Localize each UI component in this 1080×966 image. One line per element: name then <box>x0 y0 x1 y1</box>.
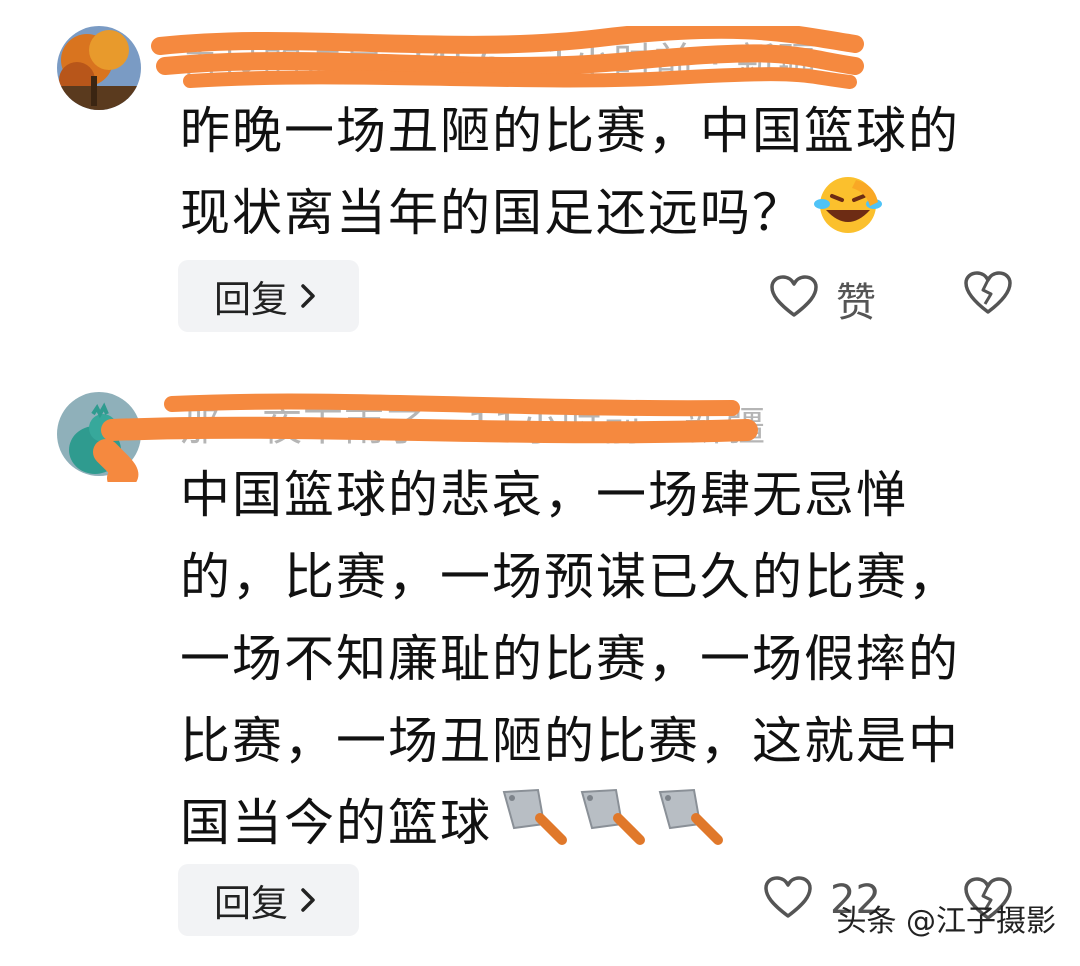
broken-heart-icon <box>963 271 1013 320</box>
like-button[interactable]: 赞 <box>770 270 876 328</box>
reply-button[interactable]: 回复 <box>178 260 359 332</box>
avatar[interactable] <box>57 26 141 110</box>
content-line: 国当今的篮球 <box>180 782 1020 870</box>
chevron-right-icon <box>300 275 316 318</box>
cleaver-knife-icon <box>656 784 726 870</box>
avatar[interactable] <box>57 392 141 476</box>
cleaver-knife-icon <box>578 784 648 870</box>
content-line: 比赛，一场丑陋的比赛，这就是中 <box>180 712 960 770</box>
comment-content: 昨晚一场丑陋的比赛，中国篮球的 现状离当年的国足还远吗？ <box>180 90 1020 260</box>
watermark-text: 头条 @江子摄影 <box>836 904 1056 939</box>
content-line: 昨晚一场丑陋的比赛，中国篮球的 <box>180 102 960 160</box>
comment-meta: 那一夜下雨了 · 11小时前 · 新疆 <box>180 404 767 450</box>
cleaver-knife-icon <box>500 784 570 870</box>
content-line: 现状离当年的国足还远吗？ <box>180 172 1020 260</box>
comment-content: 中国篮球的悲哀，一场肆无忌惮 的，比赛，一场预谋已久的比赛， 一场不知廉耻的比赛… <box>180 454 1020 870</box>
rolling-laughing-emoji-icon <box>812 174 884 260</box>
watermark: 头条 @江子摄影 <box>836 896 1056 940</box>
content-line: 一场不知廉耻的比赛，一场假摔的 <box>180 630 960 688</box>
reply-label: 回复 <box>214 882 288 925</box>
comment-meta: 善良的清泉 3456 · 1小时前 · 新疆 <box>180 40 819 86</box>
content-line: 的，比赛，一场预谋已久的比赛， <box>180 548 960 606</box>
reply-button[interactable]: 回复 <box>178 864 359 936</box>
heart-icon <box>770 275 818 323</box>
heart-icon <box>764 876 812 924</box>
chevron-right-icon <box>300 879 316 922</box>
like-label: 赞 <box>836 280 876 326</box>
dislike-button[interactable] <box>963 270 1013 320</box>
content-line: 中国篮球的悲哀，一场肆无忌惮 <box>180 466 908 524</box>
reply-label: 回复 <box>214 278 288 321</box>
